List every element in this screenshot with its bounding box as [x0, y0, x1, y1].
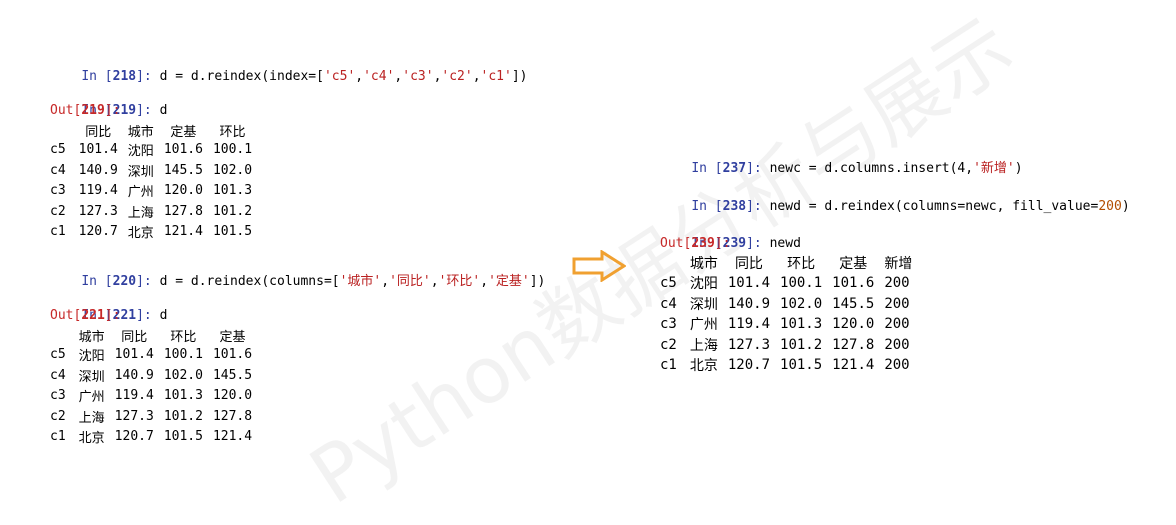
code-text: ]): [511, 68, 528, 84]
dataframe-output-219: 同比 城市 定基 环比 c5 101.4 沈阳 101.6 100.1 c4 140.9 深…: [50, 121, 257, 243]
code-cell-220[interactable]: In [220]: d = d.reindex(columns=['城市','同…: [50, 254, 550, 289]
code-cell-239[interactable]: In [239]: newd: [660, 216, 1170, 251]
number-literal: 200: [1098, 199, 1122, 214]
code-cell-219[interactable]: In [219]: d: [50, 84, 550, 118]
table-row: c3 广州 119.4 101.3 120.0 200: [660, 316, 910, 334]
column-header: 城市: [78, 329, 105, 345]
column-header: 环比: [170, 329, 197, 345]
column-header: 环比: [219, 124, 246, 140]
table-row: c5 101.4 沈阳 101.6 100.1: [50, 142, 253, 160]
code-text: d = d.reindex(index=[: [159, 68, 324, 84]
table-row: c1 北京 120.7 101.5 121.4: [50, 429, 253, 447]
cell-number: 237: [722, 160, 747, 176]
right-arrow-outline-icon: [572, 250, 626, 282]
in-prompt-close: ]:: [746, 235, 770, 251]
in-prompt: In [: [81, 68, 113, 84]
string-literal: 'c4': [363, 68, 395, 84]
in-prompt: In [: [81, 273, 113, 289]
column-header: 环比: [787, 256, 816, 272]
table-row: c2 上海 127.3 101.2 127.8 200: [660, 336, 910, 354]
code-cell-238[interactable]: In [238]: newd = d.reindex(columns=newc,…: [660, 180, 1170, 214]
in-prompt-close: ]:: [136, 103, 160, 118]
table-row: c3 119.4 广州 120.0 101.3: [50, 183, 253, 201]
in-prompt: In [: [691, 199, 723, 214]
table-row: c3 广州 119.4 101.3 120.0: [50, 388, 253, 406]
code-text: newc = d.columns.insert(4,: [769, 160, 974, 176]
table-header-row: 城市 同比 环比 定基: [50, 326, 257, 345]
table-header-row: 同比 城市 定基 环比: [50, 121, 257, 140]
code-text: ): [1014, 160, 1023, 176]
in-prompt-close: ]:: [746, 199, 770, 214]
string-literal: 'c1': [480, 68, 512, 84]
table-row: c4 140.9 深圳 145.5 102.0: [50, 162, 253, 180]
table-row: c1 120.7 北京 121.4 101.5: [50, 224, 253, 242]
code-cell-237[interactable]: In [237]: newc = d.columns.insert(4,'新增'…: [660, 141, 1170, 176]
string-literal: 'c5': [323, 68, 356, 84]
column-header: 定基: [170, 124, 197, 140]
cell-number: 238: [722, 199, 747, 214]
cell-number: 220: [112, 273, 137, 289]
column-header: 同比: [121, 329, 148, 345]
column-header: 同比: [85, 124, 112, 140]
table-row: c2 127.3 上海 127.8 101.2: [50, 203, 253, 221]
code-text: d: [159, 103, 168, 118]
column-header: 城市: [689, 256, 718, 272]
string-literal: 'c2': [441, 68, 473, 84]
table-header-row: 城市 同比 环比 定基 新增: [660, 253, 917, 273]
dataframe-output-239: 城市 同比 环比 定基 新增 c5 沈阳 101.4 100.1 101.6 200 c4…: [660, 253, 917, 376]
string-literal: '新增': [973, 160, 1015, 176]
string-literal: '城市': [339, 273, 382, 289]
column-header: 同比: [734, 256, 763, 272]
cell-number: 218: [112, 68, 137, 84]
in-prompt-close: ]:: [746, 160, 770, 176]
table-row: c4 深圳 140.9 102.0 145.5 200: [660, 295, 910, 313]
string-literal: '环比': [438, 273, 481, 289]
column-header: 定基: [219, 329, 246, 345]
code-text: d = d.reindex(columns=[: [159, 273, 340, 289]
code-cell-221[interactable]: In [221]: d: [50, 289, 550, 323]
column-header: 新增: [884, 256, 913, 272]
string-literal: '定基': [488, 273, 530, 289]
column-header: 定基: [839, 256, 868, 272]
left-notebook-panel: In [218]: d = d.reindex(index=['c5','c4'…: [50, 49, 550, 447]
dataframe-output-221: 城市 同比 环比 定基 c5 沈阳 101.4 100.1 101.6 c4 深圳 140.…: [50, 326, 257, 448]
code-text: ]): [529, 273, 546, 289]
table-row: c5 沈阳 101.4 100.1 101.6: [50, 347, 253, 365]
string-literal: '同比': [389, 273, 431, 289]
in-prompt: In [: [691, 160, 723, 176]
in-prompt-close: ]:: [136, 68, 160, 84]
in-prompt-close: ]:: [136, 308, 160, 323]
code-text: newd: [769, 235, 801, 251]
table-row: c2 上海 127.3 101.2 127.8: [50, 408, 253, 426]
code-text: d: [159, 308, 168, 323]
in-prompt-close: ]:: [136, 273, 160, 289]
table-row: c1 北京 120.7 101.5 121.4 200: [660, 357, 910, 375]
code-text: newd = d.reindex(columns=newc, fill_valu…: [769, 199, 1099, 214]
column-header: 城市: [127, 124, 154, 140]
table-row: c5 沈阳 101.4 100.1 101.6 200: [660, 275, 910, 293]
code-cell-218[interactable]: In [218]: d = d.reindex(index=['c5','c4'…: [50, 49, 550, 84]
code-text: ): [1121, 199, 1130, 214]
right-notebook-panel: In [237]: newc = d.columns.insert(4,'新增'…: [660, 141, 1170, 376]
table-row: c4 深圳 140.9 102.0 145.5: [50, 367, 253, 385]
string-literal: 'c3': [402, 68, 434, 84]
